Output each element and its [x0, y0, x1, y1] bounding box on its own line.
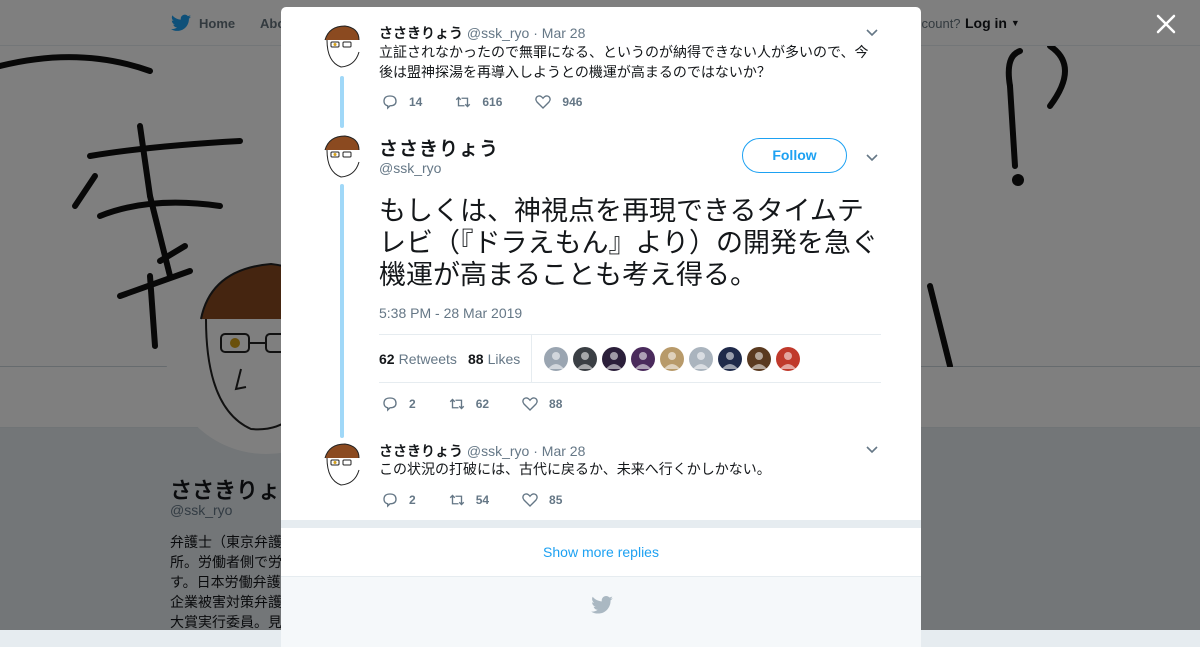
liker-avatar[interactable]: [689, 347, 713, 371]
chevron-down-icon[interactable]: [864, 441, 880, 457]
tweet-stats: 62 Retweets 88 Likes: [379, 334, 881, 383]
avatar-drawing: [324, 443, 360, 486]
reply-button[interactable]: 14: [381, 93, 422, 111]
avatar-drawing: [324, 25, 360, 68]
like-button[interactable]: 946: [534, 93, 582, 111]
author-name[interactable]: ささきりょう: [379, 134, 499, 161]
retweets-stat[interactable]: 62 Retweets: [379, 351, 457, 367]
reply-count: 14: [409, 95, 423, 109]
conversation-thread: ささきりょう @ssk_ryo · Mar 28 立証されなかったので無罪になる…: [281, 7, 921, 520]
liker-avatar[interactable]: [718, 347, 742, 371]
liker-avatar[interactable]: [573, 347, 597, 371]
author-handle[interactable]: @ssk_ryo: [467, 443, 529, 459]
liker-avatars: [544, 347, 800, 371]
thread-connector: [340, 76, 344, 128]
retweet-button[interactable]: 616: [454, 93, 502, 111]
author-handle[interactable]: @ssk_ryo: [467, 25, 529, 41]
retweet-count: 54: [475, 493, 490, 507]
heart-icon: [522, 397, 538, 411]
liker-avatar[interactable]: [747, 347, 771, 371]
liker-avatar[interactable]: [631, 347, 655, 371]
retweets-label: Retweets: [398, 351, 457, 367]
show-more-section: Show more replies: [281, 520, 921, 576]
reply-count: 2: [409, 397, 416, 411]
author-name[interactable]: ささきりょう: [379, 443, 463, 459]
retweet-count: 616: [482, 95, 503, 109]
show-more-replies-link[interactable]: Show more replies: [281, 544, 921, 560]
retweet-icon: [456, 96, 471, 108]
tweet-header: ささきりょう @ssk_ryo · Mar 28: [379, 441, 585, 461]
tweet-actions: 14 616 946: [381, 93, 614, 111]
retweet-icon: [449, 398, 464, 410]
tweet-actions: 2 54 85: [381, 491, 594, 509]
chevron-down-icon[interactable]: [864, 24, 880, 40]
follow-button[interactable]: Follow: [742, 138, 847, 173]
avatar[interactable]: [319, 442, 365, 488]
tweet-date[interactable]: · Mar 28: [533, 443, 585, 459]
thread-connector: [340, 184, 344, 438]
retweet-total: 62: [379, 351, 395, 367]
retweet-button[interactable]: 54: [448, 491, 489, 509]
reply-button[interactable]: 2: [381, 491, 416, 509]
tweet-text: 立証されなかったので無罪になる、というのが納得できない人が多いので、今後は盟神探…: [379, 44, 869, 80]
chevron-down-icon[interactable]: [864, 149, 880, 165]
heart-icon: [522, 493, 538, 507]
tweet-header: ささきりょう @ssk_ryo · Mar 28: [379, 23, 585, 43]
tweet-permalink-modal: ささきりょう @ssk_ryo · Mar 28 立証されなかったので無罪になる…: [281, 7, 921, 647]
liker-avatar[interactable]: [660, 347, 684, 371]
tweet-text: この状況の打破には、古代に戻るか、未来へ行くかしかない。: [379, 461, 771, 477]
reply-icon: [383, 397, 397, 412]
avatar-drawing: [324, 135, 360, 178]
author-name[interactable]: ささきりょう: [379, 25, 463, 41]
reply-button[interactable]: 2: [381, 395, 416, 413]
liker-avatar[interactable]: [776, 347, 800, 371]
like-count: 88: [549, 397, 563, 411]
twitter-bird-icon: [591, 596, 613, 614]
likes-stat[interactable]: 88 Likes: [468, 351, 520, 367]
likes-label: Likes: [487, 351, 521, 367]
modal-footer: [281, 576, 921, 647]
avatar[interactable]: [319, 24, 365, 70]
like-button[interactable]: 88: [521, 395, 562, 413]
tweet-timestamp[interactable]: 5:38 PM - 28 Mar 2019: [379, 305, 522, 321]
like-total: 88: [468, 351, 484, 367]
author-handle[interactable]: @ssk_ryo: [379, 160, 441, 176]
like-button[interactable]: 85: [521, 491, 562, 509]
liker-avatar[interactable]: [602, 347, 626, 371]
tweet-text: もしくは、神視点を再現できるタイムテレビ（『ドラえもん』より）の開発を急ぐ機運が…: [379, 196, 878, 290]
retweet-icon: [449, 494, 464, 506]
reply-count: 2: [409, 493, 416, 507]
stats-divider: [531, 335, 532, 383]
avatar[interactable]: [319, 134, 365, 180]
liker-avatar[interactable]: [544, 347, 568, 371]
heart-icon: [535, 95, 552, 109]
like-count: 85: [549, 493, 563, 507]
close-modal-button[interactable]: [1154, 12, 1178, 36]
close-icon: [1156, 14, 1176, 34]
reply-icon: [383, 493, 397, 508]
retweet-count: 62: [475, 397, 490, 411]
retweet-button[interactable]: 62: [448, 395, 489, 413]
tweet-date[interactable]: · Mar 28: [533, 25, 585, 41]
reply-icon: [383, 95, 397, 110]
like-count: 946: [562, 95, 583, 109]
tweet-actions: 2 62 88: [381, 395, 594, 413]
